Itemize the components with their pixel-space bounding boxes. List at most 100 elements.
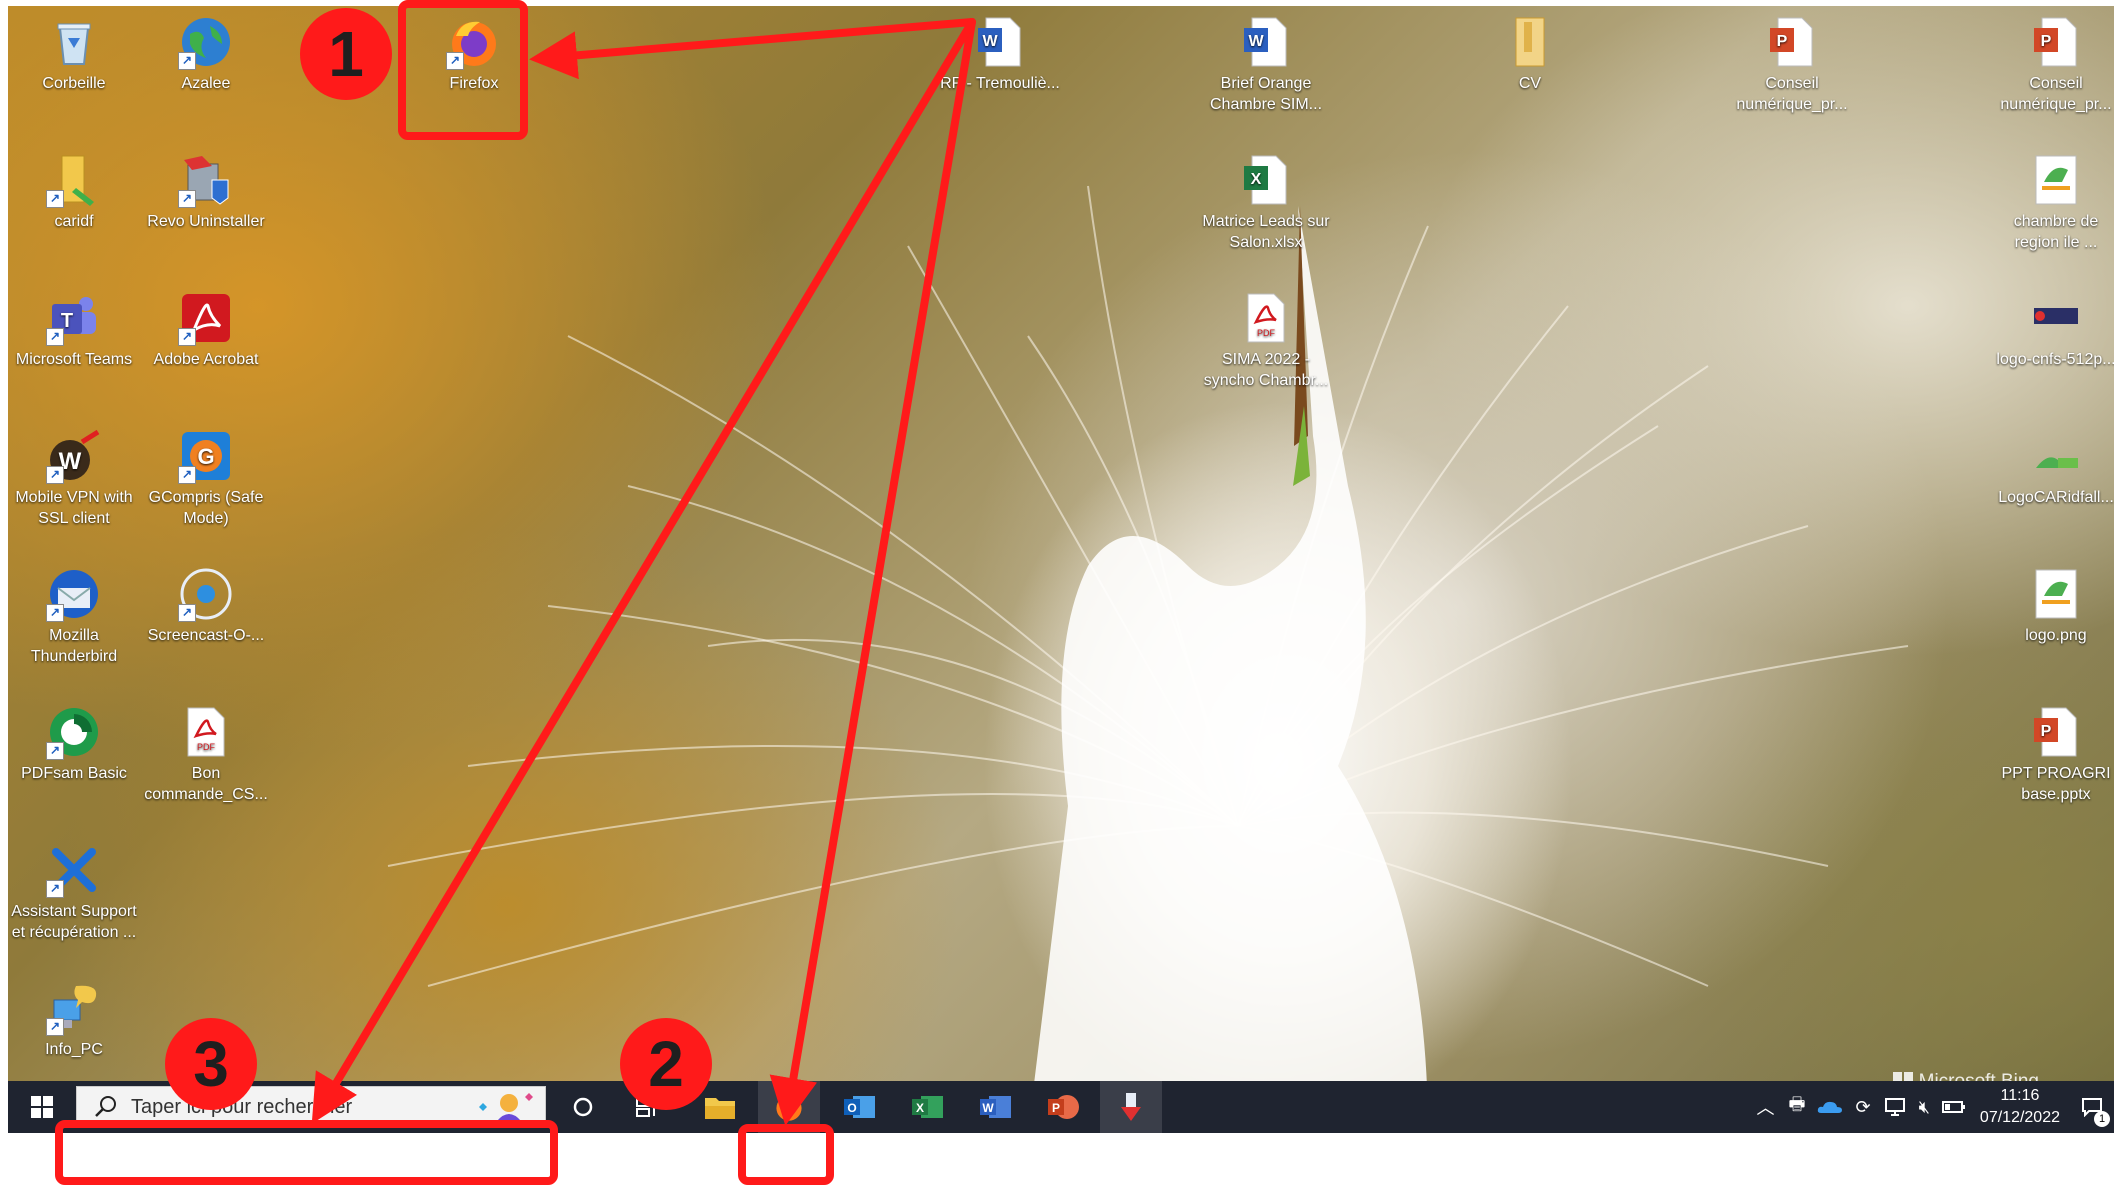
desktop-icon-conseil-numerique-2[interactable]: P Conseil numérique_pr... [1990, 14, 2114, 115]
image-file-icon [2028, 428, 2084, 484]
sync-icon[interactable]: ⟳ [1855, 1097, 1870, 1118]
svg-text:W: W [982, 1101, 994, 1115]
clock-time: 11:16 [2000, 1087, 2040, 1104]
pdf-file-icon: PDF [1238, 290, 1294, 346]
system-tray: ︿ 🖶 ⟳ 🔇︎ 11:16 07/12/2022 1 [1748, 1081, 2114, 1133]
desktop-icon-gcompris[interactable]: G ↗ GCompris (Safe Mode) [140, 428, 272, 529]
svg-text:PDF: PDF [197, 742, 216, 752]
firefox-icon [776, 1095, 802, 1121]
desktop-icon-screencast[interactable]: ↗ Screencast-O-... [140, 566, 272, 646]
annotation-badge-3: 3 [165, 1018, 257, 1110]
show-hidden-icons-chevron-icon[interactable]: ︿ [1756, 1094, 1774, 1120]
desktop-icon-assistant-support[interactable]: ↗ Assistant Support et récupération ... [8, 842, 140, 943]
desktop-icon-azalee[interactable]: ↗ Azalee [140, 14, 272, 94]
clock[interactable]: 11:16 07/12/2022 [1980, 1085, 2060, 1129]
powerpoint-file-icon: P [2028, 14, 2084, 70]
powerpoint-file-icon: P [2028, 704, 2084, 760]
desktop-icon-logo-cnfs[interactable]: logo-cnfs-512p... [1990, 290, 2114, 370]
word-file-icon: W [1238, 14, 1294, 70]
desktop: Microsoft Bing Corbeille ↗ Azalee ↗ Fire… [8, 6, 2114, 1133]
svg-text:X: X [916, 1101, 924, 1115]
powerpoint-file-icon: P [1764, 14, 1820, 70]
wallpaper-egret [387, 185, 1909, 1133]
desktop-icon-pdfsam[interactable]: ↗ PDFsam Basic [8, 704, 140, 784]
desktop-icon-cv[interactable]: CV [1464, 14, 1596, 94]
svg-text:P: P [1777, 33, 1788, 50]
svg-text:P: P [1052, 1101, 1060, 1115]
outlook-taskbar-button[interactable]: O [828, 1081, 890, 1133]
desktop-icon-brief-orange[interactable]: W Brief Orange Chambre SIM... [1200, 14, 1332, 115]
desktop-icon-adobe-acrobat[interactable]: ↗ Adobe Acrobat [140, 290, 272, 370]
desktop-icon-revo-uninstaller[interactable]: ↗ Revo Uninstaller [140, 152, 272, 232]
desktop-icon-microsoft-teams[interactable]: T ↗ Microsoft Teams [8, 290, 140, 370]
onedrive-icon[interactable] [1817, 1099, 1843, 1115]
search-input[interactable] [129, 1094, 433, 1120]
word-icon: W [980, 1096, 1011, 1118]
pdfsam-icon: ↗ [46, 704, 102, 760]
desktop-icon-rp-tremouliere[interactable]: W RP - Tremouliè... [934, 14, 1066, 94]
image-file-icon [2028, 290, 2084, 346]
image-file-icon [2028, 152, 2084, 208]
notification-center-button[interactable]: 1 [2070, 1081, 2114, 1133]
teams-icon: T ↗ [46, 290, 102, 346]
annotation-badge-1: 1 [300, 8, 392, 100]
desktop-icon-matrice-leads[interactable]: X Matrice Leads sur Salon.xlsx [1200, 152, 1332, 253]
volume-muted-icon[interactable]: 🔇︎ [1919, 1097, 1930, 1118]
annotation-badge-2: 2 [620, 1018, 712, 1110]
search-icon [95, 1096, 116, 1117]
file-explorer-icon [705, 1098, 735, 1119]
network-icon[interactable] [1883, 1097, 1907, 1117]
svg-text:P: P [2041, 723, 2052, 740]
support-assistant-icon: ↗ [46, 842, 102, 898]
notification-count-badge: 1 [2094, 1111, 2110, 1127]
globe-icon: ↗ [178, 14, 234, 70]
annotation-box-search [55, 1120, 558, 1185]
app-icon [1121, 1093, 1141, 1121]
svg-text:P: P [2041, 33, 2052, 50]
desktop-icon-caridf[interactable]: ↗ caridf [8, 152, 140, 232]
revo-uninstaller-icon: ↗ [178, 152, 234, 208]
svg-text:G: G [197, 444, 214, 469]
outlook-icon: O [844, 1096, 875, 1118]
cortana-icon [573, 1097, 593, 1117]
folder-icon: ↗ [46, 152, 102, 208]
battery-icon[interactable] [1941, 1100, 1966, 1114]
clock-date: 07/12/2022 [1979, 1109, 2060, 1126]
word-file-icon: W [972, 14, 1028, 70]
desktop-icon-logocaridfall[interactable]: LogoCARidfall... [1990, 428, 2114, 508]
excel-taskbar-button[interactable]: X [896, 1081, 958, 1133]
zip-folder-icon [1502, 14, 1558, 70]
start-icon [31, 1096, 53, 1118]
powerpoint-taskbar-button[interactable]: P [1032, 1081, 1094, 1133]
gcompris-icon: G ↗ [178, 428, 234, 484]
acrobat-icon: ↗ [178, 290, 234, 346]
excel-icon: X [912, 1096, 943, 1118]
thunderbird-icon: ↗ [46, 566, 102, 622]
desktop-icon-conseil-numerique-1[interactable]: P Conseil numérique_pr... [1726, 14, 1858, 115]
printer-icon[interactable]: 🖶 [1788, 1092, 1805, 1122]
desktop-icon-ppt-proagri[interactable]: P PPT PROAGRI base.pptx [1990, 704, 2114, 805]
recycle-bin-icon [46, 14, 102, 70]
desktop-icon-info-pc[interactable]: ↗ Info_PC [8, 980, 140, 1060]
word-taskbar-button[interactable]: W [964, 1081, 1026, 1133]
screencast-icon: ↗ [178, 566, 234, 622]
annotation-box-firefox-desktop [398, 0, 528, 140]
desktop-icon-mozilla-thunderbird[interactable]: ↗ Mozilla Thunderbird [8, 566, 140, 667]
pdf-file-icon: PDF [178, 704, 234, 760]
desktop-icon-bon-commande[interactable]: PDF Bon commande_CS... [140, 704, 272, 805]
image-file-icon [2028, 566, 2084, 622]
desktop-icon-logo-png[interactable]: logo.png [1990, 566, 2114, 646]
desktop-icon-sima-2022[interactable]: PDF SIMA 2022 - syncho Chambr... [1200, 290, 1332, 391]
vpn-icon: W ↗ [46, 428, 102, 484]
desktop-icon-chambre-region[interactable]: chambre de region ile ... [1990, 152, 2114, 253]
desktop-icon-mobile-vpn[interactable]: W ↗ Mobile VPN with SSL client [8, 428, 140, 529]
svg-text:W: W [1248, 33, 1264, 50]
excel-file-icon: X [1238, 152, 1294, 208]
svg-text:X: X [1251, 171, 1262, 188]
app-taskbar-button[interactable] [1100, 1081, 1162, 1133]
annotation-box-firefox-taskbar [738, 1124, 834, 1185]
cortana-button[interactable] [558, 1081, 608, 1133]
svg-text:PDF: PDF [1257, 328, 1276, 338]
desktop-icon-corbeille[interactable]: Corbeille [8, 14, 140, 94]
info-pc-icon: ↗ [46, 980, 102, 1036]
